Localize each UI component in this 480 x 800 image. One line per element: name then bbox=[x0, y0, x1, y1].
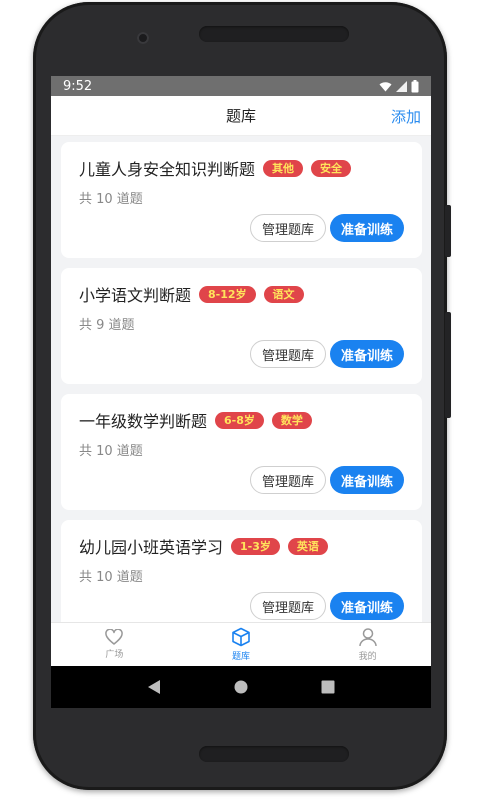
battery-icon bbox=[411, 79, 419, 92]
home-button[interactable] bbox=[231, 677, 251, 697]
subject-tag: 英语 bbox=[287, 537, 328, 555]
start-training-button[interactable]: 准备训练 bbox=[330, 214, 404, 242]
power-button bbox=[445, 312, 451, 418]
person-icon bbox=[358, 628, 377, 647]
bank-card: 一年级数学判断题 6-8岁 数学 共 10 道题 管理题库 准备训练 bbox=[61, 394, 422, 510]
manage-bank-button[interactable]: 管理题库 bbox=[250, 466, 326, 494]
bank-card: 儿童人身安全知识判断题 其他 安全 共 10 道题 管理题库 准备训练 bbox=[61, 142, 422, 258]
manage-bank-button[interactable]: 管理题库 bbox=[250, 214, 326, 242]
tab-label: 广场 bbox=[105, 650, 124, 660]
header: 题库 添加 bbox=[51, 96, 431, 136]
add-button[interactable]: 添加 bbox=[391, 106, 421, 127]
bank-card: 小学语文判断题 8-12岁 语文 共 9 道题 管理题库 准备训练 bbox=[61, 268, 422, 384]
status-time: 9:52 bbox=[63, 78, 93, 94]
bank-card: 幼儿园小班英语学习 1-3岁 英语 共 10 道题 管理题库 准备训练 bbox=[61, 520, 422, 622]
age-tag: 8-12岁 bbox=[199, 285, 256, 303]
cube-icon bbox=[232, 627, 250, 647]
subject-tag: 安全 bbox=[311, 159, 352, 177]
system-navigation-bar bbox=[51, 666, 431, 708]
bank-title: 幼儿园小班英语学习 bbox=[79, 538, 224, 557]
tab-bar: 广场 题库 我的 bbox=[51, 622, 431, 666]
age-tag: 1-3岁 bbox=[231, 537, 280, 555]
tab-question-bank[interactable]: 题库 bbox=[178, 623, 305, 666]
back-triangle-icon bbox=[148, 680, 161, 694]
category-tag: 其他 bbox=[263, 159, 304, 177]
start-training-button[interactable]: 准备训练 bbox=[330, 340, 404, 368]
question-count: 共 9 道题 bbox=[79, 318, 135, 333]
signal-icon bbox=[396, 80, 407, 92]
tab-label: 我的 bbox=[358, 652, 377, 662]
tab-mine[interactable]: 我的 bbox=[304, 623, 431, 666]
manage-bank-button[interactable]: 管理题库 bbox=[250, 340, 326, 368]
question-count: 共 10 道题 bbox=[79, 192, 143, 207]
bank-title: 儿童人身安全知识判断题 bbox=[79, 160, 256, 179]
bank-list: 儿童人身安全知识判断题 其他 安全 共 10 道题 管理题库 准备训练 小学语文… bbox=[51, 136, 431, 622]
question-count: 共 10 道题 bbox=[79, 444, 143, 459]
home-circle-icon bbox=[234, 680, 248, 694]
recents-square-icon bbox=[321, 680, 335, 694]
question-count: 共 10 道题 bbox=[79, 570, 143, 585]
recents-button[interactable] bbox=[318, 677, 338, 697]
tab-label: 题库 bbox=[232, 652, 251, 662]
heart-icon bbox=[105, 629, 124, 645]
manage-bank-button[interactable]: 管理题库 bbox=[250, 592, 326, 620]
wifi-icon bbox=[379, 81, 392, 91]
volume-button bbox=[445, 205, 451, 257]
status-bar: 9:52 bbox=[51, 76, 431, 96]
top-speaker bbox=[199, 26, 349, 42]
subject-tag: 语文 bbox=[263, 285, 304, 303]
screen: 9:52 题库 添加 儿童人身安全知识判断题 其他 安全 共 10 道题 管理题… bbox=[51, 76, 431, 708]
start-training-button[interactable]: 准备训练 bbox=[330, 466, 404, 494]
back-button[interactable] bbox=[144, 677, 164, 697]
subject-tag: 数学 bbox=[271, 411, 312, 429]
start-training-button[interactable]: 准备训练 bbox=[330, 592, 404, 620]
bottom-speaker bbox=[199, 746, 349, 762]
front-camera bbox=[137, 32, 149, 44]
bank-title: 一年级数学判断题 bbox=[79, 412, 208, 431]
page-title: 题库 bbox=[225, 107, 256, 125]
bank-title: 小学语文判断题 bbox=[79, 286, 192, 305]
tab-plaza[interactable]: 广场 bbox=[51, 623, 178, 666]
age-tag: 6-8岁 bbox=[215, 411, 264, 429]
